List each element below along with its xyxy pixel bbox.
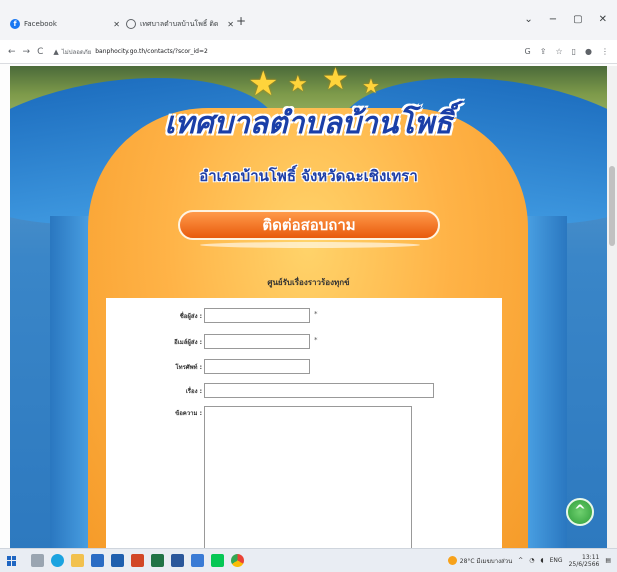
volume-icon[interactable]: ◖ [540,557,543,564]
web-page: ★ ★ ★ ★ เทศบาลตำบลบ้านโพธิ์ อำเภอบ้านโพธ… [10,66,607,548]
star-icon: ★ [362,74,380,98]
nav-buttons: ← → C [8,47,43,57]
clock[interactable]: 13:11 25/6/2566 [569,554,600,568]
screen: f Facebook ✕ เทศบาลตำบลบ้านโพธิ์ ติดต่อ … [0,0,617,572]
star-icon[interactable]: ☆ [555,47,562,56]
window-controls: ⌄ − ▢ ✕ [524,14,607,25]
security-label[interactable]: ไม่ปลอดภัย [62,47,91,57]
warning-icon[interactable]: ▲ [53,48,58,56]
site-subtitle: อำเภอบ้านโพธิ์ จังหวัดฉะเชิงเทรา [199,167,418,185]
edge-icon[interactable] [51,554,64,567]
app-icon[interactable] [191,554,204,567]
minimize-button[interactable]: − [549,14,557,25]
tray-arrow-icon[interactable]: ^ [518,557,523,564]
subject-input[interactable] [204,383,434,398]
language-indicator[interactable]: ENG [550,557,563,564]
browser-tab-strip: f Facebook ✕ เทศบาลตำบลบ้านโพธิ์ ติดต่อ … [0,0,617,40]
excel-icon[interactable] [151,554,164,567]
close-icon[interactable]: ✕ [113,20,120,29]
close-icon[interactable]: ✕ [227,20,234,29]
section-heading: ศูนย์รับเรื่องราวร้องทุกข์ [267,278,350,287]
subject-label: เรื่อง : [185,388,202,395]
share-icon[interactable]: ⇪ [540,47,547,56]
message-label: ข้อความ : [175,410,202,417]
task-view-icon[interactable] [31,554,44,567]
windows-icon [7,555,17,566]
sender-email-input[interactable] [204,334,310,349]
star-icon: ★ [322,66,349,97]
start-button[interactable] [0,549,24,572]
store-icon[interactable] [91,554,104,567]
file-explorer-icon[interactable] [71,554,84,567]
tab-facebook[interactable]: f Facebook ✕ [10,14,120,34]
network-icon[interactable]: ◔ [529,557,534,564]
tab-site[interactable]: เทศบาลตำบลบ้านโพธิ์ ติดต่อ ✕ [126,14,234,34]
word-icon[interactable] [171,554,184,567]
banner-shadow [200,242,420,248]
chrome-icon[interactable] [231,554,244,567]
weather-widget[interactable]: 28°C มีเมฆบางส่วน [447,556,513,566]
weather-text: 28°C มีเมฆบางส่วน [459,557,513,565]
address-bar: ← → C ▲ ไม่ปลอดภัย banphocity.go.th/cont… [0,40,617,64]
menu-icon[interactable]: ⋮ [601,47,609,56]
star-icon: ★ [288,72,308,97]
tab-title: เทศบาลตำบลบ้านโพธิ์ ติดต่อ [140,19,218,28]
scroll-to-top-button[interactable]: ^ [566,498,594,526]
system-tray: 28°C มีเมฆบางส่วน ^ ◔ ◖ ENG 13:11 25/6/2… [447,554,617,568]
sun-icon [447,556,457,565]
clock-date: 25/6/2566 [568,560,600,568]
taskbar: 28°C มีเมฆบางส่วน ^ ◔ ◖ ENG 13:11 25/6/2… [0,548,617,572]
line-icon[interactable] [211,554,224,567]
globe-icon [126,19,136,29]
tab-search-icon[interactable]: ⌄ [524,14,532,25]
required-mark: * [314,336,318,344]
star-icon: ★ [248,66,279,104]
site-title: เทศบาลตำบลบ้านโพธิ์ [164,106,453,141]
sender-name-label: ชื่อผู้ส่ง : [179,313,202,320]
sidepanel-icon[interactable]: ▯ [572,47,576,56]
maximize-button[interactable]: ▢ [573,14,582,25]
phone-label: โทรศัพท์ : [175,364,202,371]
profile-icon[interactable]: ● [585,47,592,56]
toolbar-icons: G ⇪ ☆ ▯ ● ⋮ [525,47,609,56]
contact-form: ชื่อผู้ส่ง : * อีเมล์ผู้ส่ง : * โทรศัพท์… [106,298,502,548]
url-input[interactable]: banphocity.go.th/contacts/?scor_id=2 [95,48,208,55]
back-icon[interactable]: ← [8,47,16,57]
facebook-icon: f [10,19,20,29]
sender-name-input[interactable] [204,308,310,323]
forward-icon[interactable]: → [23,47,31,57]
notification-icon[interactable]: ▤ [605,557,611,564]
message-textarea[interactable] [204,406,412,548]
mail-icon[interactable] [111,554,124,567]
close-window-button[interactable]: ✕ [599,14,607,25]
page-scrollbar[interactable] [607,66,617,548]
required-mark: * [314,310,318,318]
powerpoint-icon[interactable] [131,554,144,567]
tab-title: Facebook [24,20,57,28]
contact-banner: ติดต่อสอบถาม [178,210,440,240]
sender-email-label: อีเมล์ผู้ส่ง : [174,339,202,346]
new-tab-button[interactable]: + [236,14,246,28]
background-pillar-right [522,216,567,548]
reload-icon[interactable]: C [37,47,43,57]
scrollbar-thumb[interactable] [609,166,615,246]
google-icon[interactable]: G [525,47,531,56]
clock-time: 13:11 [582,553,600,561]
phone-input[interactable] [204,359,310,374]
